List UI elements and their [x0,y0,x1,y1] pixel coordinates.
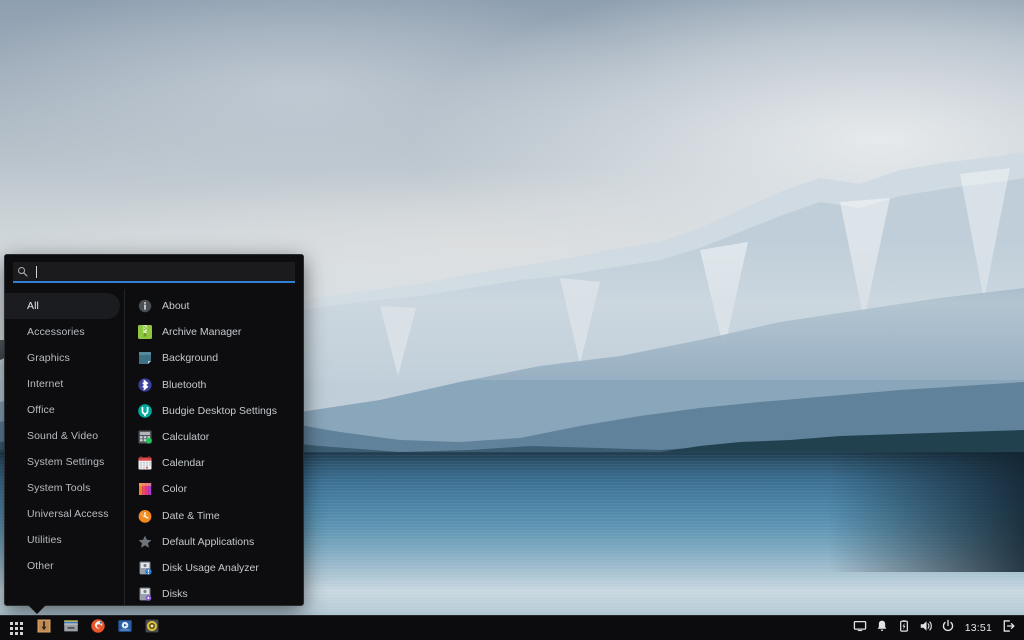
app-item-disks[interactable]: Disks [125,581,303,605]
clock[interactable]: 13:51 [959,616,998,640]
app-item-bluetooth[interactable]: Bluetooth [125,372,303,398]
app-item-calculator[interactable]: Calculator [125,424,303,450]
category-list[interactable]: All Accessories Graphics Internet Office… [5,289,125,605]
category-label: Other [27,560,54,572]
launcher-disc-burner[interactable] [138,616,165,640]
tray-volume[interactable] [915,616,937,640]
search-icon [17,266,28,277]
launcher-file-manager[interactable] [57,616,84,640]
search-area [5,255,303,283]
search-box[interactable] [13,262,295,283]
category-item-internet[interactable]: Internet [5,371,120,397]
app-item-default-applications[interactable]: Default Applications [125,529,303,555]
app-label: Calendar [162,457,205,469]
category-label: System Settings [27,456,104,468]
launcher-media-player[interactable] [111,616,138,640]
color-icon [137,481,153,497]
bell-icon [875,619,889,638]
date-time-icon [137,508,153,524]
app-item-color[interactable]: Color [125,476,303,502]
app-item-archive-manager[interactable]: Archive Manager [125,319,303,345]
calculator-icon [137,429,153,445]
launcher-firefox[interactable] [84,616,111,640]
application-list[interactable]: About Archive Manager [125,289,303,605]
panel-launchers [0,616,165,640]
logout-icon [1002,619,1016,638]
category-label: System Tools [27,482,90,494]
software-install-icon [36,618,52,639]
calendar-icon [137,455,153,471]
category-item-graphics[interactable]: Graphics [5,345,120,371]
category-item-accessories[interactable]: Accessories [5,319,120,345]
app-item-budgie-desktop-settings[interactable]: Budgie Desktop Settings [125,398,303,424]
tray-battery[interactable] [893,616,915,640]
app-label: Date & Time [162,510,220,522]
category-label: Accessories [27,326,85,338]
file-manager-icon [63,618,79,639]
search-input[interactable] [44,266,291,278]
category-label: Sound & Video [27,430,98,442]
app-item-about[interactable]: About [125,293,303,319]
app-label: Disks [162,588,188,600]
menu-body: All Accessories Graphics Internet Office… [5,289,303,605]
category-item-office[interactable]: Office [5,397,120,423]
app-label: Color [162,483,187,495]
tray-power[interactable] [937,616,959,640]
taskbar-panel[interactable]: 13:51 [0,615,1024,640]
tray-notifications[interactable] [871,616,893,640]
wallpaper-lake-shadow [794,452,1024,572]
bluetooth-icon [137,377,153,393]
category-label: Universal Access [27,508,109,520]
menu-pointer-arrow [28,605,46,614]
disk-usage-analyzer-icon [137,560,153,576]
category-item-sound-video[interactable]: Sound & Video [5,423,120,449]
volume-icon [919,619,933,638]
logout-button[interactable] [998,616,1020,640]
app-label: Bluetooth [162,379,206,391]
app-label: Budgie Desktop Settings [162,405,277,417]
app-label: Disk Usage Analyzer [162,562,259,574]
about-icon [137,298,153,314]
category-label: Utilities [27,534,62,546]
app-label: Default Applications [162,536,254,548]
app-item-calendar[interactable]: Calendar [125,450,303,476]
system-tray: 13:51 [849,616,1024,640]
search-text-cursor [36,266,37,278]
category-label: Office [27,404,55,416]
app-label: Archive Manager [162,326,241,338]
app-item-background[interactable]: Background [125,345,303,371]
category-item-all[interactable]: All [5,293,120,319]
default-applications-icon [137,534,153,550]
category-item-utilities[interactable]: Utilities [5,527,120,553]
desktop: All Accessories Graphics Internet Office… [0,0,1024,640]
disc-burner-icon [144,618,160,639]
media-player-icon [117,618,133,639]
tray-display[interactable] [849,616,871,640]
power-icon [941,619,955,638]
app-label: About [162,300,189,312]
app-item-disk-usage-analyzer[interactable]: Disk Usage Analyzer [125,555,303,581]
category-item-system-settings[interactable]: System Settings [5,449,120,475]
firefox-icon [90,618,106,639]
category-label: All [27,300,39,312]
battery-icon [897,619,911,638]
category-label: Graphics [27,352,70,364]
launcher-software-install[interactable] [30,616,57,640]
application-menu[interactable]: All Accessories Graphics Internet Office… [4,254,304,606]
app-label: Background [162,352,218,364]
archive-manager-icon [137,324,153,340]
background-icon [137,350,153,366]
category-item-other[interactable]: Other [5,553,120,579]
category-item-universal-access[interactable]: Universal Access [5,501,120,527]
display-icon [853,619,867,638]
app-menu-button[interactable] [3,616,30,640]
category-label: Internet [27,378,63,390]
budgie-desktop-settings-icon [137,403,153,419]
disks-icon [137,586,153,602]
app-item-date-time[interactable]: Date & Time [125,503,303,529]
category-item-system-tools[interactable]: System Tools [5,475,120,501]
grid-icon [10,622,23,635]
app-label: Calculator [162,431,209,443]
